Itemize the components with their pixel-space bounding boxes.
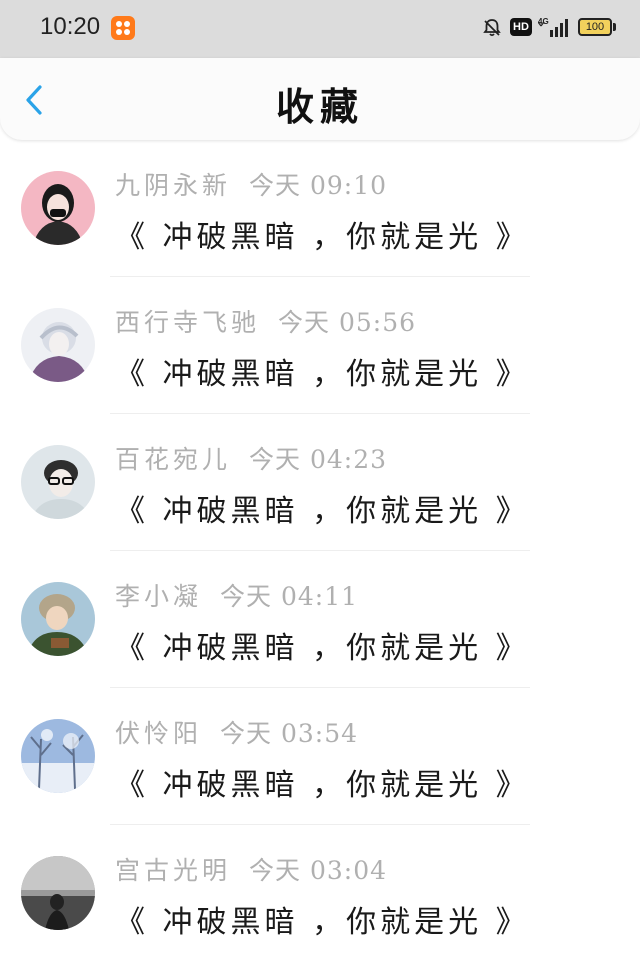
- hd-icon: HD: [510, 18, 532, 36]
- list-item[interactable]: 宫古光明 今天 03:04 《 冲破黑暗 ，你就是光 》: [0, 825, 640, 962]
- user-name: 百花宛儿: [115, 445, 232, 474]
- user-name: 李小凝: [115, 582, 203, 611]
- timestamp: 今天 04:11: [220, 582, 359, 611]
- list-item[interactable]: 李小凝 今天 04:11 《 冲破黑暗 ，你就是光 》: [0, 551, 640, 688]
- avatar-icon: [21, 445, 95, 519]
- item-title: 《 冲破黑暗 ，你就是光 》: [115, 494, 530, 529]
- timestamp: 今天 03:54: [220, 719, 359, 748]
- avatar-icon: [21, 171, 95, 245]
- signal-icon: 4G: [538, 17, 568, 37]
- item-title: 《 冲破黑暗 ，你就是光 》: [115, 768, 530, 803]
- user-name: 西行寺飞驰: [115, 308, 261, 337]
- app-badge-icon: [111, 16, 135, 40]
- battery-level: 100: [585, 21, 605, 33]
- mute-bell-icon: [483, 19, 501, 37]
- item-title: 《 冲破黑暗 ，你就是光 》: [115, 357, 530, 392]
- user-name: 九阴永新: [115, 171, 232, 200]
- user-name: 伏怜阳: [115, 719, 203, 748]
- user-name: 宫古光明: [115, 856, 232, 885]
- list-item[interactable]: 九阴永新 今天 09:10 《 冲破黑暗 ，你就是光 》: [0, 140, 640, 277]
- list-item[interactable]: 百花宛儿 今天 04:23 《 冲破黑暗 ，你就是光 》: [0, 414, 640, 551]
- timestamp: 今天 05:56: [278, 308, 417, 337]
- status-bar: 10:20 HD 4G 100: [0, 0, 640, 58]
- timestamp: 今天 03:04: [249, 856, 388, 885]
- list-item[interactable]: 西行寺飞驰 今天 05:56 《 冲破黑暗 ，你就是光 》: [0, 277, 640, 414]
- battery-icon: 100: [578, 18, 612, 36]
- item-title: 《 冲破黑暗 ，你就是光 》: [115, 631, 530, 666]
- header: 收藏: [0, 58, 640, 140]
- favorites-list: 九阴永新 今天 09:10 《 冲破黑暗 ，你就是光 》 西行寺飞驰 今天 05:5…: [0, 140, 640, 962]
- avatar-icon: [21, 308, 95, 382]
- page-title: 收藏: [275, 84, 364, 129]
- timestamp: 今天 04:23: [249, 445, 388, 474]
- item-title: 《 冲破黑暗 ，你就是光 》: [115, 220, 530, 255]
- timestamp: 今天 09:10: [249, 171, 388, 200]
- status-time: 10:20: [40, 13, 101, 40]
- avatar-icon: [21, 856, 95, 930]
- avatar-icon: [21, 582, 95, 656]
- list-item[interactable]: 伏怜阳 今天 03:54 《 冲破黑暗 ，你就是光 》: [0, 688, 640, 825]
- battery-cap: [613, 23, 616, 31]
- item-title: 《 冲破黑暗 ，你就是光 》: [115, 905, 530, 940]
- avatar-icon: [21, 719, 95, 793]
